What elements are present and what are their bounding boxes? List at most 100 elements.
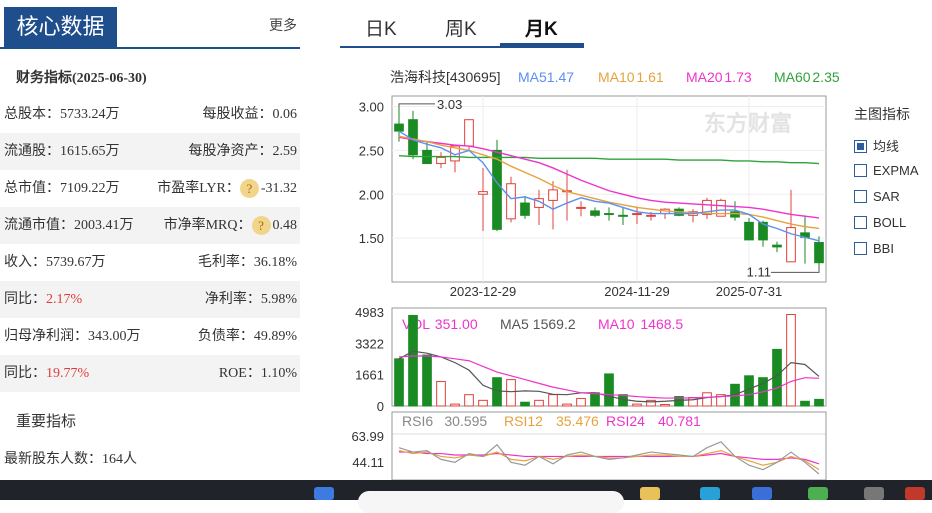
key-indicators-title: 重要指标	[16, 414, 77, 430]
ratio-value: -31.32	[260, 181, 297, 196]
financial-row-left: 总市值：7109.22万	[4, 181, 120, 196]
checkbox-icon[interactable]	[854, 140, 867, 154]
candle	[520, 196, 530, 219]
vol-legend-value: 351.00	[435, 316, 478, 332]
vol-y-tick-label: 1661	[355, 368, 384, 383]
volume-bar	[814, 398, 824, 407]
period-tabs: 日K 周K 月K	[340, 8, 584, 48]
financial-row: 归母净利润：343.00万 负债率：49.89%	[0, 318, 300, 355]
help-icon[interactable]: ?	[251, 216, 271, 236]
candle-body	[590, 210, 600, 216]
ma-legend-name: MA10	[598, 69, 635, 85]
yoy-label: 同比：	[4, 292, 46, 307]
volume-bar	[562, 403, 572, 407]
checkbox-icon[interactable]	[854, 190, 867, 204]
browser-icon[interactable]	[700, 487, 720, 500]
vol-legend-name: MA5	[500, 316, 529, 332]
candle-body	[464, 119, 474, 147]
shareholder-count: 最新股东人数：164人	[4, 452, 137, 467]
indicator-option-boll[interactable]: BOLL	[854, 215, 906, 230]
financial-row-right: 每股净资产：2.59	[188, 144, 298, 159]
candle	[744, 217, 754, 241]
tab-daily[interactable]: 日K	[365, 14, 397, 41]
financial-row-right: 毛利率：36.18%	[197, 255, 297, 270]
financial-indicators-title: 财务指标(2025-06-30)	[16, 71, 147, 86]
ratio-value: 0.48	[272, 218, 298, 233]
candle	[604, 207, 614, 221]
y-tick-label: 2.00	[359, 187, 384, 202]
financial-row: 同比：2.17% 净利率：5.98%	[0, 281, 300, 318]
candle	[772, 241, 782, 253]
candle	[688, 209, 698, 223]
vol-y-tick-label: 0	[377, 399, 384, 414]
volume-bar	[506, 379, 516, 407]
checkbox-icon[interactable]	[854, 164, 867, 178]
candle	[800, 215, 810, 264]
eastmoney-watermark: 东方财富	[704, 111, 792, 136]
core-data-title: 核心数据	[4, 7, 117, 47]
volume-bar	[408, 314, 418, 407]
volume-bar	[478, 399, 488, 407]
checkbox-icon[interactable]	[854, 242, 867, 256]
more-link[interactable]: 更多	[269, 15, 297, 35]
volume-bar	[786, 314, 796, 407]
candle	[450, 145, 460, 173]
app-icon[interactable]	[752, 487, 772, 500]
financial-row-right: 净利率：5.98%	[204, 292, 297, 307]
tab-monthly[interactable]: 月K	[525, 14, 558, 41]
checkbox-icon[interactable]	[854, 216, 867, 230]
indicator-option-expma[interactable]: EXPMA	[854, 163, 919, 178]
candle	[576, 201, 586, 217]
volume-bar	[436, 380, 446, 407]
financial-row: 总市值：7109.22万 市盈率LYR：? -31.32	[0, 170, 300, 207]
volume-bar	[422, 354, 432, 407]
volume-bar	[534, 399, 544, 407]
indicator-option-label: EXPMA	[873, 163, 919, 178]
financial-row: 流通市值：2003.41万 市净率MRQ：? 0.48	[0, 207, 300, 244]
ma-legend-value: 1.47	[547, 69, 574, 85]
y-tick-label: 2.50	[359, 143, 384, 158]
rsi-legend-value: 35.476	[556, 413, 599, 429]
start-icon[interactable]	[314, 487, 334, 500]
core-data-header: 核心数据 更多	[0, 7, 300, 49]
financial-row-left: 归母净利润：343.00万	[4, 329, 141, 344]
financial-row-left: 同比：19.77%	[4, 355, 89, 392]
financial-row-right: ROE：1.10%	[218, 366, 297, 381]
tab-weekly[interactable]: 周K	[445, 14, 477, 41]
indicator-option-ma[interactable]: 均线	[854, 136, 899, 155]
financial-row-left: 流通市值：2003.41万	[4, 218, 134, 233]
indicator-option-bbi[interactable]: BBI	[854, 241, 894, 256]
financial-row-right: 每股收益：0.06	[202, 107, 298, 122]
volume-bar	[450, 403, 460, 407]
candle-body	[436, 156, 446, 165]
indicator-option-label: BBI	[873, 241, 894, 256]
volume-bar	[576, 397, 586, 407]
x-tick-label: 2023-12-29	[450, 284, 517, 299]
ma5-line	[398, 130, 820, 242]
rsi-y-tick-label: 63.99	[351, 429, 384, 444]
candle	[590, 207, 600, 218]
volume-bar	[632, 403, 642, 407]
app-icon[interactable]	[808, 487, 828, 500]
chart-stock-title: 浩海科技[430695]	[390, 69, 501, 85]
help-icon[interactable]: ?	[239, 179, 259, 199]
volume-bar	[660, 403, 670, 407]
vol-y-tick-label: 4983	[355, 305, 384, 320]
rsi-legend-value: 30.595	[444, 413, 487, 429]
rsi12-line	[398, 449, 820, 471]
financial-row-left: 流通股：1615.65万	[4, 144, 120, 159]
indicator-option-label: SAR	[873, 189, 900, 204]
ma-legend-name: MA20	[686, 69, 723, 85]
candle	[506, 176, 516, 223]
taskbar-search-box[interactable]	[358, 491, 624, 513]
candle	[436, 152, 446, 168]
core-data-panel: 核心数据 更多 财务指标(2025-06-30) 总股本：5733.24万 每股收…	[0, 0, 300, 480]
app-icon[interactable]	[905, 487, 925, 500]
candle-body	[576, 206, 586, 209]
candle	[534, 189, 544, 225]
indicator-option-sar[interactable]: SAR	[854, 189, 900, 204]
folder-icon[interactable]	[640, 487, 660, 500]
candle-body	[772, 244, 782, 248]
candle	[408, 110, 418, 160]
app-icon[interactable]	[864, 487, 884, 500]
